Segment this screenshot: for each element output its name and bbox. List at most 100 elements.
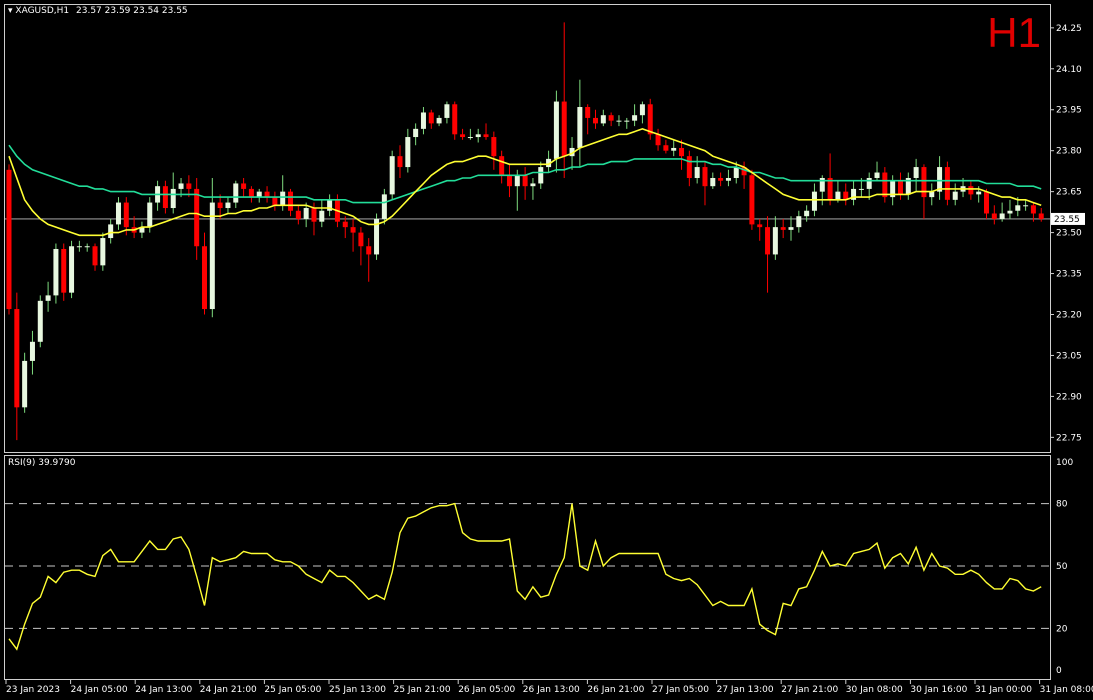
candle-body [115, 202, 121, 225]
rsi-layer [5, 502, 1050, 651]
time-tick-label: 23 Jan 2023 [6, 685, 60, 695]
price-tick-label: 23.50 [1056, 229, 1082, 239]
candle-body [241, 183, 247, 189]
candle-body [593, 117, 598, 124]
candle-body [108, 224, 114, 239]
candle-body [397, 156, 403, 168]
time-tick-label: 25 Jan 05:00 [264, 685, 321, 695]
candle-body [53, 248, 59, 296]
candle-body [718, 177, 724, 181]
candle-body [366, 246, 372, 255]
time-tick-label: 24 Jan 13:00 [135, 685, 192, 695]
ohlc-values: 23.57 23.59 23.54 23.55 [76, 6, 188, 16]
candle-body [553, 101, 559, 159]
candle-body [6, 169, 12, 310]
candle-body [460, 134, 466, 138]
candle-body [710, 177, 716, 187]
candle-body [913, 167, 919, 178]
candle-body [577, 107, 583, 148]
candle-body [796, 216, 802, 228]
candle-body [69, 246, 75, 293]
price-tick-label: 24.25 [1056, 24, 1082, 34]
candle-body [757, 224, 763, 228]
candle-body [225, 202, 231, 209]
candle-body [522, 175, 528, 187]
candle-body [608, 115, 614, 121]
candle-body [984, 191, 989, 214]
candle-body [29, 341, 35, 361]
candle-body [428, 112, 434, 124]
candle-body [952, 191, 958, 200]
candle-body [100, 238, 106, 266]
candle-body [694, 167, 700, 178]
price-tick-label: 22.90 [1056, 392, 1082, 402]
candle-body [61, 248, 67, 293]
rsi-tick-label: 100 [1056, 458, 1073, 468]
time-tick-label: 31 Jan 08:00 [1040, 685, 1093, 695]
candle-body [178, 183, 184, 189]
candle-body [897, 180, 903, 195]
candle-body [147, 202, 153, 228]
candle-body [765, 227, 771, 255]
rsi-tick-label: 80 [1056, 500, 1068, 510]
candle-body [725, 177, 731, 181]
candle-body [123, 202, 129, 228]
candle-body [170, 188, 176, 209]
candle-body [37, 300, 43, 342]
time-tick-label: 26 Jan 13:00 [523, 685, 580, 695]
candle-body [248, 188, 254, 198]
candle-body [749, 175, 755, 225]
price-tick-label: 23.05 [1056, 351, 1082, 361]
candle-body [264, 191, 270, 198]
time-tick-label: 25 Jan 21:00 [394, 685, 451, 695]
candle-body [772, 227, 778, 255]
price-tick-label: 23.80 [1056, 147, 1082, 157]
time-tick-label: 26 Jan 21:00 [587, 685, 644, 695]
candle-body [452, 104, 458, 135]
price-tick-label: 22.75 [1056, 433, 1082, 443]
symbol-header[interactable]: ▾ XAGUSD,H1 23.57 23.59 23.54 23.55 [8, 6, 188, 16]
candle-body [22, 360, 28, 408]
candle-body [882, 172, 888, 198]
rsi-panel-frame [4, 455, 1051, 680]
dropdown-triangle-icon[interactable]: ▾ [8, 6, 13, 16]
price-tick-label: 23.95 [1056, 106, 1082, 116]
candle-body [381, 194, 387, 219]
time-tick-label: 27 Jan 05:00 [652, 685, 709, 695]
candle-body [491, 137, 497, 157]
symbol-label: XAGUSD,H1 [15, 6, 70, 16]
candle-body [256, 191, 262, 198]
candle-body [342, 221, 348, 228]
candle-body [944, 167, 950, 200]
rsi-line [8, 502, 1042, 651]
candle-body [506, 175, 512, 187]
candle-body [1023, 205, 1029, 207]
candle-body [530, 183, 536, 187]
candle-body [866, 177, 872, 189]
candle-body [639, 104, 645, 116]
current-price-tag-label: 23.55 [1054, 215, 1080, 225]
candle-body [655, 134, 661, 146]
candle-body [499, 156, 505, 176]
candle-body [162, 186, 168, 209]
candle-body [405, 137, 411, 168]
timeframe-label: H1 [987, 9, 1041, 56]
candle-body [858, 188, 864, 190]
time-tick-label: 24 Jan 05:00 [71, 685, 128, 695]
candle-body [483, 134, 489, 138]
candle-body [647, 104, 653, 135]
candle-body [186, 183, 192, 189]
time-tick-label: 24 Jan 21:00 [200, 685, 257, 695]
candle-body [280, 191, 286, 206]
candle-body [671, 147, 677, 151]
candle-body [663, 145, 669, 151]
candle-body [1007, 210, 1013, 214]
candle-body [874, 172, 880, 178]
rsi-tick-label: 20 [1056, 624, 1068, 634]
rsi-label: RSI(9) 39.9790 [8, 458, 76, 468]
candle-body [937, 167, 943, 192]
time-tick-label: 25 Jan 13:00 [329, 685, 386, 695]
candle-body [467, 137, 473, 139]
candle-body [788, 227, 794, 230]
candle-body [976, 191, 982, 195]
